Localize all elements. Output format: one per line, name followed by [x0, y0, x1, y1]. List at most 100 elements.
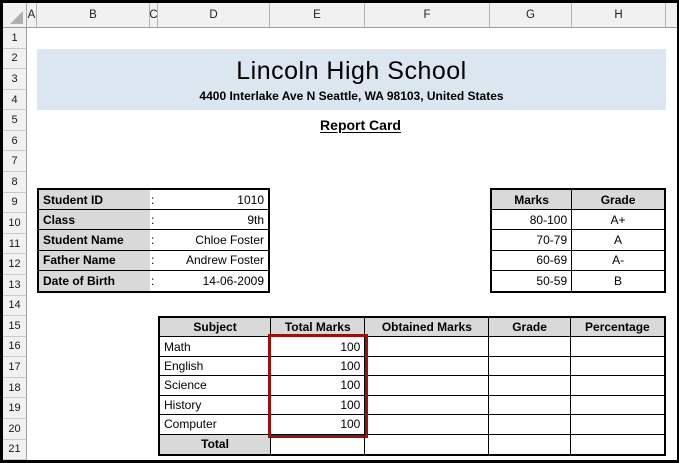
subject-cell[interactable]: Math [160, 337, 272, 357]
row-header[interactable]: 15 [3, 316, 27, 337]
total-row-label[interactable]: Total [160, 434, 272, 454]
row-header[interactable]: 5 [3, 110, 27, 131]
marks-header-grade[interactable]: Grade [489, 318, 571, 338]
percentage-cell[interactable] [570, 415, 664, 435]
obtained-marks-cell[interactable] [365, 395, 490, 416]
percentage-cell[interactable] [570, 396, 664, 416]
row-header[interactable]: 20 [3, 418, 27, 440]
grade-scale-marks[interactable]: 60-69 [492, 250, 573, 271]
student-info-value[interactable]: 14-06-2009 [158, 271, 268, 291]
percentage-cell[interactable] [570, 357, 664, 377]
column-headers: A B C D E F G H [27, 3, 677, 28]
grade-scale-marks[interactable]: 50-59 [492, 270, 573, 291]
marks-header-subject[interactable]: Subject [160, 318, 272, 338]
separator-cell[interactable]: : [150, 271, 158, 291]
marks-header-total[interactable]: Total Marks [271, 318, 366, 338]
percentage-cell[interactable] [570, 337, 664, 357]
row-header[interactable]: 10 [3, 213, 27, 234]
row-header[interactable]: 21 [3, 439, 27, 460]
total-marks-cell[interactable]: 100 [271, 395, 366, 416]
row-header[interactable]: 4 [3, 89, 27, 111]
row-header[interactable]: 3 [3, 69, 27, 90]
grade-scale-header-grade[interactable]: Grade [572, 190, 664, 211]
marks-header-obtained[interactable]: Obtained Marks [365, 318, 490, 338]
column-header-h[interactable]: H [572, 3, 666, 28]
total-marks-cell[interactable]: 100 [271, 415, 366, 435]
total-row-grade[interactable] [489, 434, 571, 454]
obtained-marks-cell[interactable] [365, 415, 490, 435]
row-header[interactable]: 11 [3, 233, 27, 255]
school-name: Lincoln High School [236, 57, 467, 86]
obtained-marks-cell[interactable] [365, 376, 490, 396]
grade-scale-grade[interactable]: A- [572, 251, 664, 271]
grade-cell[interactable] [489, 356, 571, 377]
row-header[interactable]: 6 [3, 130, 27, 152]
student-info-value[interactable]: 9th [157, 210, 268, 231]
column-header-f[interactable]: F [365, 3, 490, 28]
total-marks-cell[interactable]: 100 [271, 376, 366, 396]
marks-header-percentage[interactable]: Percentage [570, 318, 664, 338]
row-headers: 1 2 3 4 5 6 7 8 9 10 11 12 13 14 15 16 17 18 19 20 21 [3, 28, 27, 460]
total-marks-cell[interactable]: 100 [271, 337, 366, 357]
row-header[interactable]: 18 [3, 377, 27, 399]
subject-cell[interactable]: Science [160, 376, 272, 396]
total-row-total-marks[interactable] [271, 434, 366, 454]
select-all-triangle-icon [10, 11, 23, 24]
row-header[interactable]: 2 [3, 48, 27, 70]
grade-scale-marks[interactable]: 70-79 [492, 230, 573, 251]
separator-cell[interactable]: : [150, 190, 158, 211]
column-header-extra[interactable] [666, 3, 677, 28]
student-info-label[interactable]: Father Name [39, 250, 151, 271]
row-header[interactable]: 19 [3, 398, 27, 419]
row-header[interactable]: 1 [3, 28, 27, 49]
grade-cell[interactable] [489, 337, 571, 357]
grade-scale-marks[interactable]: 80-100 [492, 210, 573, 231]
column-header-c[interactable]: C [149, 3, 158, 28]
obtained-marks-cell[interactable] [365, 356, 490, 377]
row-header[interactable]: 8 [3, 172, 27, 193]
grade-scale-grade[interactable]: A+ [572, 210, 664, 231]
subject-cell[interactable]: English [160, 356, 272, 377]
row-header[interactable]: 17 [3, 357, 27, 378]
grade-cell[interactable] [489, 395, 571, 416]
column-header-e[interactable]: E [270, 3, 365, 28]
column-header-d[interactable]: D [158, 3, 270, 28]
separator-cell[interactable]: : [150, 251, 158, 271]
grade-cell[interactable] [489, 415, 571, 435]
row-header[interactable]: 16 [3, 336, 27, 358]
row-header[interactable]: 13 [3, 274, 27, 296]
separator-cell[interactable]: : [150, 230, 158, 251]
row-header[interactable]: 14 [3, 295, 27, 317]
total-row-obtained-marks[interactable] [365, 434, 490, 454]
student-info-label[interactable]: Student ID [39, 190, 151, 211]
student-info-value[interactable]: 1010 [157, 190, 268, 211]
percentage-cell[interactable] [570, 376, 664, 396]
student-info-value[interactable]: Andrew Foster [157, 251, 268, 271]
row-header[interactable]: 12 [3, 254, 27, 275]
column-header-b[interactable]: B [37, 3, 150, 28]
report-card-title-cell[interactable]: Report Card [37, 117, 666, 133]
row-header[interactable]: 9 [3, 192, 27, 214]
student-info-label[interactable]: Class [39, 210, 151, 231]
subject-cell[interactable]: Computer [160, 415, 272, 435]
separator-cell[interactable]: : [150, 210, 158, 231]
grade-scale-header-marks[interactable]: Marks [492, 190, 573, 211]
total-row-percentage[interactable] [571, 435, 664, 454]
column-header-a[interactable]: A [27, 3, 37, 28]
student-info-label[interactable]: Date of Birth [39, 270, 151, 291]
student-info-table: Student ID : 1010 Class : 9th Student Na… [37, 188, 270, 293]
student-info-label[interactable]: Student Name [39, 230, 151, 251]
obtained-marks-cell[interactable] [365, 337, 490, 357]
school-address: 4400 Interlake Ave N Seattle, WA 98103, … [199, 88, 504, 103]
grade-cell[interactable] [489, 376, 571, 396]
total-marks-cell[interactable]: 100 [271, 356, 366, 377]
spreadsheet-window: A B C D E F G H 1 2 3 4 5 6 7 8 9 10 11 12 13 14 15 16 1… [0, 0, 679, 463]
student-info-value[interactable]: Chloe Foster [157, 230, 268, 251]
column-header-g[interactable]: G [490, 3, 572, 28]
row-header[interactable]: 7 [3, 151, 27, 173]
school-banner-cell[interactable]: Lincoln High School 4400 Interlake Ave N… [37, 49, 666, 110]
select-all-button[interactable] [3, 3, 27, 28]
subject-cell[interactable]: History [160, 395, 272, 416]
grade-scale-grade[interactable]: B [572, 271, 664, 291]
grade-scale-grade[interactable]: A [572, 230, 664, 251]
